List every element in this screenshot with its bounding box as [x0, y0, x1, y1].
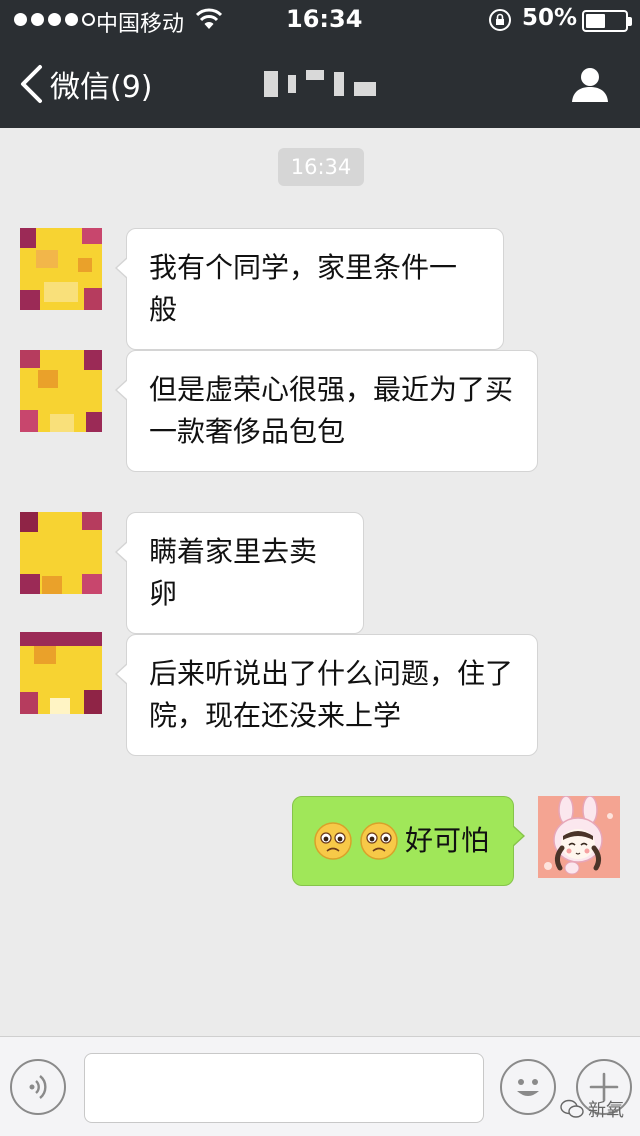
sender-avatar[interactable] [20, 632, 102, 714]
my-avatar[interactable] [538, 796, 620, 878]
pleading-face-emoji-icon [360, 822, 398, 860]
sender-avatar[interactable] [20, 228, 102, 310]
watermark: 新氧 [560, 1096, 624, 1122]
watermark-text: 新氧 [588, 1100, 624, 1121]
pleading-face-emoji-icon [314, 822, 352, 860]
message-text-line: 后来听说出了什么问题，住了 [149, 657, 514, 690]
battery-icon [582, 10, 632, 32]
nav-bar: 微信(9) [0, 40, 640, 128]
message-timestamp: 16:34 [278, 148, 364, 186]
voice-icon [29, 1075, 47, 1099]
bunny-girl-avatar-icon [538, 796, 620, 878]
message-text-line: 但是虚荣心很强，最近为了买 [149, 373, 514, 406]
message-text: 好可怕 [405, 824, 490, 857]
sender-avatar[interactable] [20, 512, 102, 594]
rotation-lock-icon [489, 9, 511, 31]
message-bubble-incoming[interactable]: 但是虚荣心很强，最近为了买 一款奢侈品包包 [115, 350, 538, 472]
wifi-icon [196, 8, 222, 29]
message-bubble-incoming[interactable]: 我有个同学，家里条件一般 [115, 228, 504, 350]
voice-input-button[interactable] [10, 1059, 66, 1115]
message-bubble-outgoing[interactable]: 好可怕 [292, 796, 525, 886]
message-text: 我有个同学，家里条件一般 [149, 251, 458, 326]
message-bubble-incoming[interactable]: 后来听说出了什么问题，住了 院，现在还没来上学 [115, 634, 538, 756]
chat-title-pixelated [260, 64, 380, 104]
status-time: 16:34 [286, 5, 363, 33]
status-bar: 中国移动 16:34 50% [0, 0, 640, 40]
top-bar: 中国移动 16:34 50% 微信(9) [0, 0, 640, 128]
chevron-left-icon [21, 65, 42, 103]
wechat-logo-icon [560, 1099, 584, 1118]
input-bar [0, 1036, 640, 1136]
message-text: 瞒着家里去卖卵 [149, 535, 318, 610]
profile-icon[interactable] [570, 64, 610, 104]
battery-fill [586, 14, 605, 28]
back-label: 微信(9) [50, 70, 153, 105]
message-text-line: 院，现在还没来上学 [149, 699, 402, 732]
smiley-icon [517, 1079, 539, 1096]
message-input[interactable] [84, 1053, 484, 1123]
sender-avatar[interactable] [20, 350, 102, 432]
carrier-label: 中国移动 [96, 12, 185, 37]
message-bubble-incoming[interactable]: 瞒着家里去卖卵 [115, 512, 364, 634]
battery-percent: 50% [522, 5, 578, 31]
message-text-line: 一款奢侈品包包 [149, 415, 346, 448]
emoji-button[interactable] [500, 1059, 556, 1115]
signal-strength-icon [14, 13, 95, 26]
back-button[interactable]: 微信(9) [18, 62, 153, 106]
